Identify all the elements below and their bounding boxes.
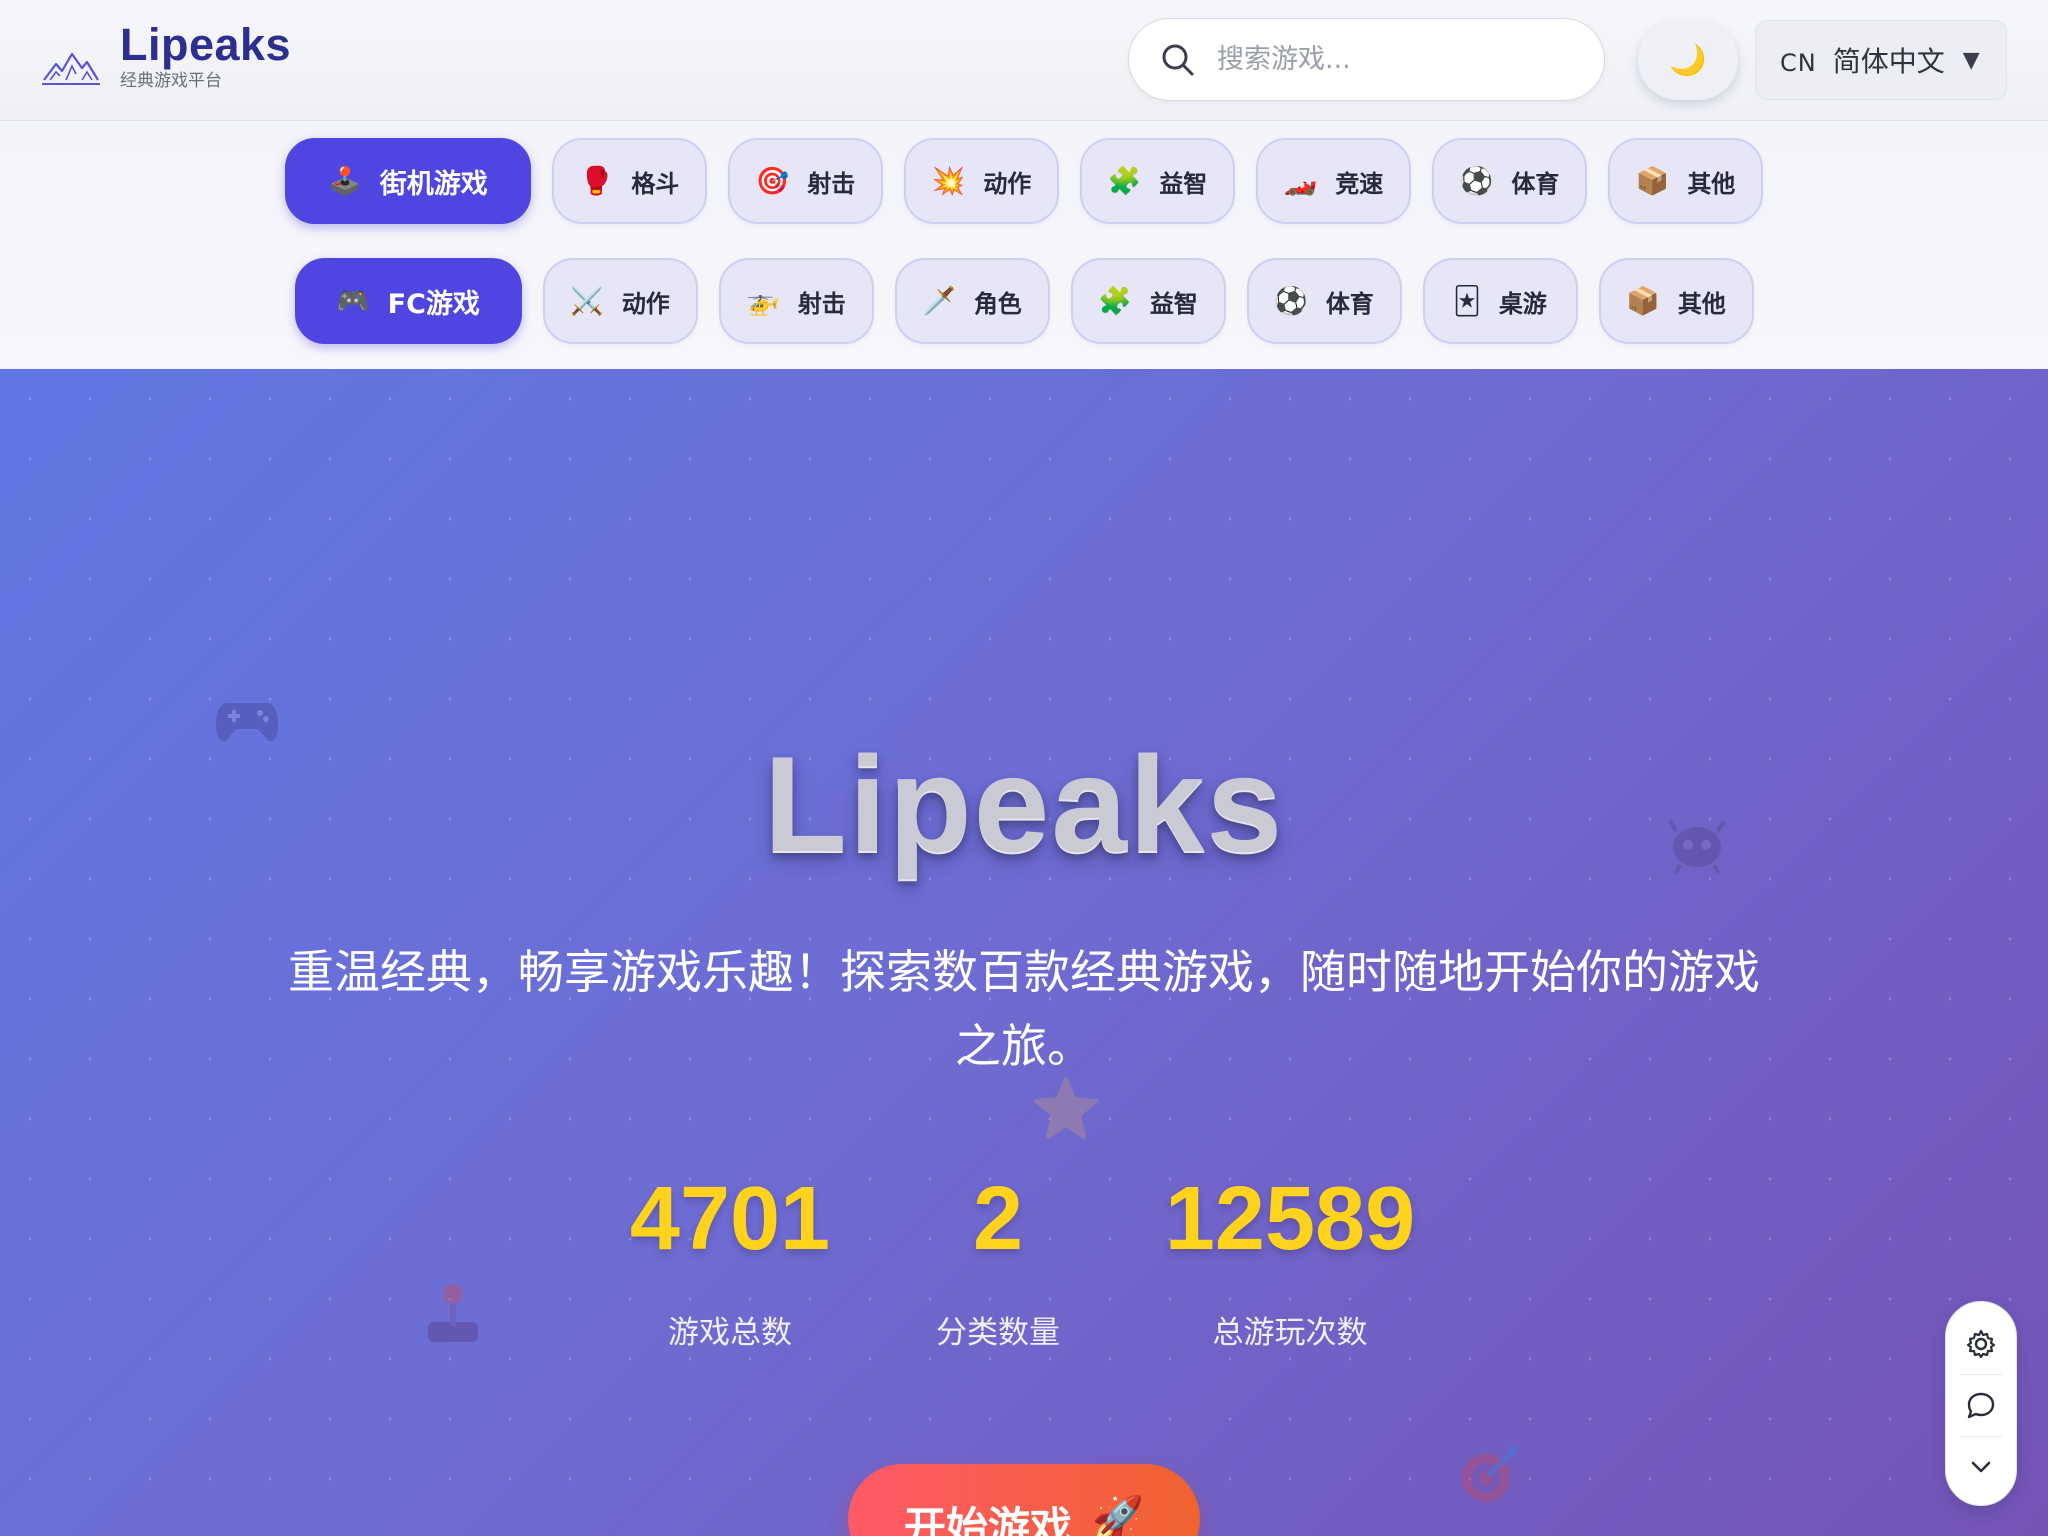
fc-board-tab[interactable]: 🃏 桌游 [1422, 258, 1578, 344]
category-nav: 🕹️ 街机游戏 🥊 格斗 🎯 射击 💥 动作 🧩 益智 🏎️ 竞速 ⚽ 体育 � [0, 121, 2048, 369]
arcade-other-tab[interactable]: 📦 其他 [1608, 138, 1763, 224]
category-label: 格斗 [631, 169, 680, 198]
hero-section: Lipeaks 重温经典，畅享游戏乐趣！探索数百款经典游戏，随时随地开始你的游戏… [0, 369, 2048, 1536]
hero-title: Lipeaks [763, 728, 1285, 880]
category-label: 益智 [1159, 169, 1208, 198]
category-label: 体育 [1511, 169, 1560, 198]
dagger-icon: 🗡️ [922, 285, 956, 317]
arcade-fighting-tab[interactable]: 🥊 格斗 [552, 138, 707, 224]
brand-tagline: 经典游戏平台 [120, 71, 222, 91]
joystick-icon: 🕹️ [328, 165, 362, 197]
soccer-ball-icon: ⚽ [1274, 285, 1308, 317]
stat-total-games: 4701 游戏总数 [600, 1169, 860, 1352]
arcade-games-label: 街机游戏 [379, 168, 488, 200]
settings-button[interactable] [1961, 1324, 2001, 1364]
chat-button[interactable] [1961, 1386, 2001, 1426]
top-header: Lipeaks 经典游戏平台 🌙 CN 简体中文 ▼ [0, 0, 2048, 121]
fc-action-tab[interactable]: ⚔️ 动作 [542, 258, 698, 344]
target-icon: 🎯 [755, 165, 790, 197]
start-game-button[interactable]: 开始游戏 🚀 [848, 1464, 1200, 1536]
category-label: 体育 [1325, 289, 1374, 318]
box-icon: 📦 [1626, 285, 1660, 317]
fc-games-tab[interactable]: 🎮 FC游戏 [294, 258, 522, 344]
fc-other-tab[interactable]: 📦 其他 [1598, 258, 1754, 344]
mountain-logo-icon [42, 52, 100, 85]
category-label: 射击 [797, 289, 846, 318]
puzzle-icon: 🧩 [1107, 165, 1142, 197]
boxing-glove-icon: 🥊 [579, 165, 614, 197]
chat-bubble-icon [1967, 1392, 1995, 1418]
stat-value: 4701 [629, 1169, 831, 1269]
fc-games-label: FC游戏 [387, 288, 480, 320]
language-code: CN [1780, 49, 1817, 77]
floating-tool-panel [1945, 1301, 2017, 1506]
explosion-icon: 💥 [931, 165, 966, 197]
category-label: 其他 [1677, 289, 1726, 318]
category-label: 射击 [807, 169, 856, 198]
collapse-button[interactable] [1961, 1447, 2001, 1487]
hero-description: 重温经典，畅享游戏乐趣！探索数百款经典游戏，随时随地开始你的游戏之旅。 [288, 945, 1760, 1073]
brand-name: Lipeaks [120, 19, 292, 70]
chevron-down-icon [1971, 1461, 1991, 1473]
arcade-action-tab[interactable]: 💥 动作 [904, 138, 1059, 224]
dart-target-decoration-icon [1462, 1446, 1518, 1502]
star-decoration-icon [1034, 1077, 1098, 1139]
playing-card-icon: 🃏 [1453, 285, 1481, 317]
category-label: 动作 [621, 289, 670, 318]
category-label: 桌游 [1498, 289, 1547, 318]
search-icon [1162, 44, 1194, 75]
category-label: 竞速 [1335, 169, 1384, 198]
dropdown-caret-icon: ▼ [1962, 47, 1980, 73]
stat-label: 游戏总数 [668, 1315, 792, 1351]
arcade-racing-tab[interactable]: 🏎️ 竞速 [1256, 138, 1411, 224]
gear-icon [1966, 1329, 1996, 1359]
crossed-swords-icon: ⚔️ [570, 285, 604, 317]
arcade-sports-tab[interactable]: ⚽ 体育 [1432, 138, 1587, 224]
stat-label: 总游玩次数 [1212, 1315, 1368, 1351]
box-icon: 📦 [1635, 165, 1670, 197]
moon-icon: 🌙 [1669, 43, 1707, 77]
stat-value: 2 [972, 1169, 1024, 1269]
stat-total-plays: 12589 总游玩次数 [1140, 1169, 1440, 1352]
race-car-icon: 🏎️ [1283, 165, 1318, 197]
joystick-decoration-icon [428, 1284, 478, 1342]
rocket-icon: 🚀 [1091, 1494, 1145, 1536]
search-box[interactable] [1128, 18, 1605, 101]
soccer-ball-icon: ⚽ [1459, 165, 1494, 197]
language-selector[interactable]: CN 简体中文 ▼ [1755, 20, 2007, 100]
arcade-puzzle-tab[interactable]: 🧩 益智 [1080, 138, 1235, 224]
fc-category-row: 🎮 FC游戏 ⚔️ 动作 🚁 射击 🗡️ 角色 🧩 益智 ⚽ 体育 🃏 桌游 📦 [0, 258, 2048, 344]
category-label: 益智 [1149, 289, 1198, 318]
divider [1960, 1374, 2002, 1376]
puzzle-icon: 🧩 [1098, 285, 1132, 317]
category-label: 动作 [983, 169, 1032, 198]
fc-sports-tab[interactable]: ⚽ 体育 [1246, 258, 1402, 344]
category-label: 角色 [973, 289, 1022, 318]
theme-toggle-button[interactable]: 🌙 [1638, 20, 1738, 100]
fc-puzzle-tab[interactable]: 🧩 益智 [1070, 258, 1226, 344]
fc-shooting-tab[interactable]: 🚁 射击 [718, 258, 874, 344]
language-label: 简体中文 [1832, 45, 1945, 78]
stat-label: 分类数量 [936, 1315, 1060, 1351]
helicopter-icon: 🚁 [746, 285, 780, 317]
arcade-shooting-tab[interactable]: 🎯 射击 [728, 138, 883, 224]
arcade-games-tab[interactable]: 🕹️ 街机游戏 [285, 138, 531, 224]
search-input[interactable] [1217, 44, 1577, 75]
start-game-label: 开始游戏 [903, 1504, 1072, 1536]
stat-category-count: 2 分类数量 [893, 1169, 1103, 1352]
arcade-category-row: 🕹️ 街机游戏 🥊 格斗 🎯 射击 💥 动作 🧩 益智 🏎️ 竞速 ⚽ 体育 � [0, 138, 2048, 224]
category-label: 其他 [1687, 169, 1736, 198]
fc-rpg-tab[interactable]: 🗡️ 角色 [894, 258, 1050, 344]
brand[interactable]: Lipeaks 经典游戏平台 [42, 20, 291, 91]
divider [1960, 1435, 2002, 1437]
gamepad-icon: 🎮 [336, 285, 370, 317]
stat-value: 12589 [1164, 1169, 1416, 1269]
